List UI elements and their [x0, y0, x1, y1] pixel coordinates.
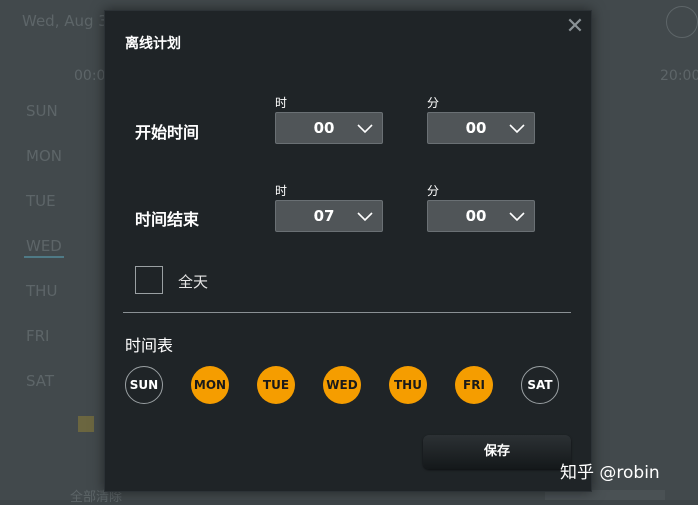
chevron-down-icon — [509, 212, 525, 222]
day-toggle-wed[interactable]: WED — [323, 366, 361, 404]
end-hour-select[interactable]: 07 — [275, 200, 383, 232]
dialog-title: 离线计划 — [125, 36, 181, 52]
schedule-title: 时间表 — [125, 336, 174, 355]
start-minute-select[interactable]: 00 — [427, 112, 535, 144]
background-day-sun: SUN — [26, 102, 58, 120]
start-time-label: 开始时间 — [135, 123, 200, 142]
day-toggle-tue[interactable]: TUE — [257, 366, 295, 404]
chevron-down-icon — [509, 124, 525, 134]
background-day-tue: TUE — [26, 192, 56, 210]
end-minute-select[interactable]: 00 — [427, 200, 535, 232]
background-date: Wed, Aug 3 — [22, 12, 108, 30]
background-legend-swatch — [78, 416, 94, 432]
background-today-marker — [24, 256, 64, 258]
background-day-fri: FRI — [26, 327, 50, 345]
background-day-mon: MON — [26, 147, 62, 165]
offline-schedule-dialog: 离线计划 ✕ 开始时间 时 00 分 00 时间结束 时 07 分 00 全天 … — [104, 10, 592, 492]
day-toggle-mon[interactable]: MON — [191, 366, 229, 404]
chevron-down-icon — [357, 124, 373, 134]
start-hour-label: 时 — [275, 96, 288, 110]
watermark: 知乎 @robin — [560, 463, 660, 483]
divider — [123, 312, 571, 313]
background-day-sat: SAT — [26, 372, 55, 390]
end-time-label: 时间结束 — [135, 210, 200, 229]
all-day-checkbox[interactable] — [135, 266, 163, 294]
end-hour-label: 时 — [275, 184, 288, 198]
end-minute-label: 分 — [427, 184, 440, 198]
close-icon[interactable]: ✕ — [565, 16, 585, 38]
background-avatar-icon — [666, 6, 698, 38]
start-minute-label: 分 — [427, 96, 440, 110]
background-time-end: 20:00 — [660, 68, 698, 84]
day-toggle-fri[interactable]: FRI — [455, 366, 493, 404]
start-hour-select[interactable]: 00 — [275, 112, 383, 144]
day-toggle-thu[interactable]: THU — [389, 366, 427, 404]
chevron-down-icon — [357, 212, 373, 222]
save-button[interactable]: 保存 — [423, 435, 571, 469]
background-day-thu: THU — [26, 282, 58, 300]
day-toggle-sun[interactable]: SUN — [125, 366, 163, 404]
background-day-wed: WED — [26, 237, 62, 255]
all-day-label: 全天 — [178, 273, 209, 291]
background-time-start: 00:0 — [74, 68, 106, 84]
day-toggle-sat[interactable]: SAT — [521, 366, 559, 404]
